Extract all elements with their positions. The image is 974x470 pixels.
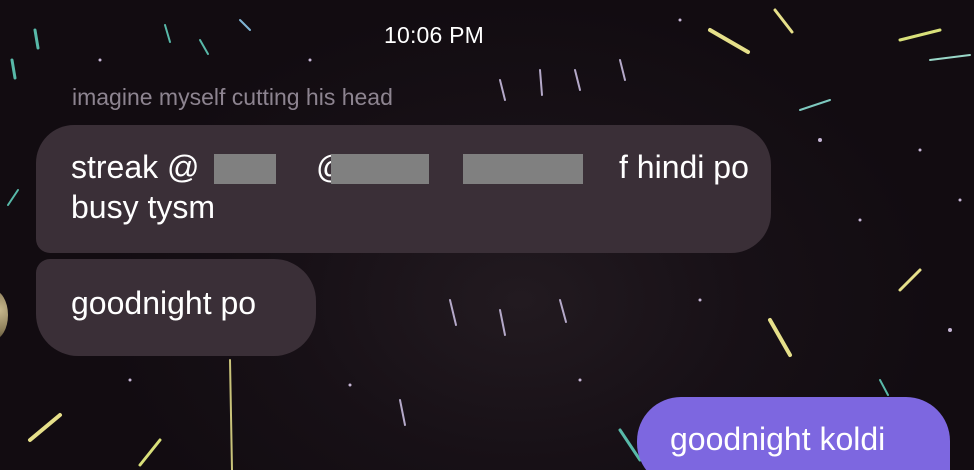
redacted-mention [331, 154, 429, 184]
chat-screen: 10:06 PM imagine myself cutting his head… [0, 0, 974, 470]
redacted-mention [463, 154, 583, 184]
message-text: goodnight po [71, 285, 257, 321]
reply-preview-text[interactable]: imagine myself cutting his head [72, 84, 393, 111]
message-text-end: f hindi po [619, 149, 749, 185]
redacted-mention [214, 154, 276, 184]
outgoing-message-bubble[interactable]: goodnight koldi [637, 397, 950, 470]
message-timestamp: 10:06 PM [383, 22, 485, 48]
message-text: streak @ [71, 149, 200, 185]
message-text-line-2: busy tysm [71, 189, 216, 225]
message-text: goodnight koldi [670, 421, 886, 457]
incoming-message-bubble[interactable]: goodnight po [36, 259, 316, 356]
incoming-message-bubble[interactable]: streak @ @ @ f hindi po busy tysm [36, 125, 771, 253]
